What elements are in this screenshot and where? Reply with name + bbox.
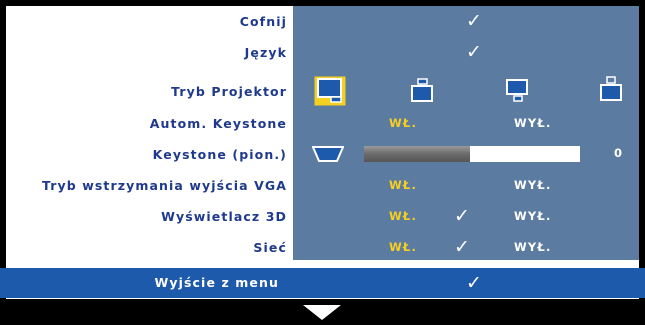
menu-item-siec[interactable]: Sieć WŁ. ✓ WYŁ. xyxy=(6,232,639,263)
exit-menu-label: Wyjście z menu xyxy=(6,268,293,298)
menu-item-label: Keystone (pion.) xyxy=(152,147,287,162)
keystone-slider[interactable] xyxy=(364,146,580,162)
keystone-value: 0 xyxy=(613,146,622,160)
exit-menu-row[interactable]: Wyjście z menu ✓ xyxy=(0,268,645,298)
off-option[interactable]: WYŁ. xyxy=(514,108,552,139)
menu-item-label: Sieć xyxy=(253,240,287,255)
scroll-down-arrow-icon[interactable] xyxy=(303,305,341,320)
menu-item-label: Wyświetlacz 3D xyxy=(161,209,287,224)
menu-item-jezyk[interactable]: Język ✓ xyxy=(6,37,639,68)
off-option[interactable]: WYŁ. xyxy=(514,232,552,263)
rear-ceiling-icon[interactable] xyxy=(598,76,624,102)
check-icon: ✓ xyxy=(466,41,482,63)
slider-fill xyxy=(364,146,470,162)
check-icon: ✓ xyxy=(454,236,470,258)
menu-item-label: Cofnij xyxy=(239,14,287,29)
on-option[interactable]: WŁ. xyxy=(389,170,417,201)
on-option[interactable]: WŁ. xyxy=(389,108,417,139)
on-option[interactable]: WŁ. xyxy=(389,201,417,232)
rear-desktop-icon[interactable] xyxy=(409,78,435,102)
menu-item-cofnij[interactable]: Cofnij ✓ xyxy=(6,6,639,37)
menu-item-label: Autom. Keystone xyxy=(149,116,287,131)
keystone-trapezoid-icon xyxy=(312,146,344,162)
check-icon: ✓ xyxy=(454,205,470,227)
check-icon: ✓ xyxy=(466,272,482,294)
menu-item-label: Tryb wstrzymania wyjścia VGA xyxy=(41,178,287,193)
front-ceiling-icon[interactable] xyxy=(505,78,531,104)
exit-menu-text: Wyjście z menu xyxy=(154,275,279,290)
check-icon: ✓ xyxy=(466,10,482,32)
off-option[interactable]: WYŁ. xyxy=(514,201,552,232)
on-option[interactable]: WŁ. xyxy=(389,232,417,263)
menu-item-wyswietlacz-3d[interactable]: Wyświetlacz 3D WŁ. ✓ WYŁ. xyxy=(6,201,639,232)
menu-item-label: Tryb Projektor xyxy=(171,84,287,99)
osd-menu: Cofnij ✓ Język ✓ Tryb Projektor Autom. K… xyxy=(0,0,645,325)
front-desktop-icon[interactable] xyxy=(314,76,346,106)
off-option[interactable]: WYŁ. xyxy=(514,170,552,201)
menu-item-label: Język xyxy=(244,45,287,60)
menu-item-tryb-vga[interactable]: Tryb wstrzymania wyjścia VGA WŁ. WYŁ. xyxy=(6,170,639,201)
menu-item-autom-keystone[interactable]: Autom. Keystone WŁ. WYŁ. xyxy=(6,108,639,139)
